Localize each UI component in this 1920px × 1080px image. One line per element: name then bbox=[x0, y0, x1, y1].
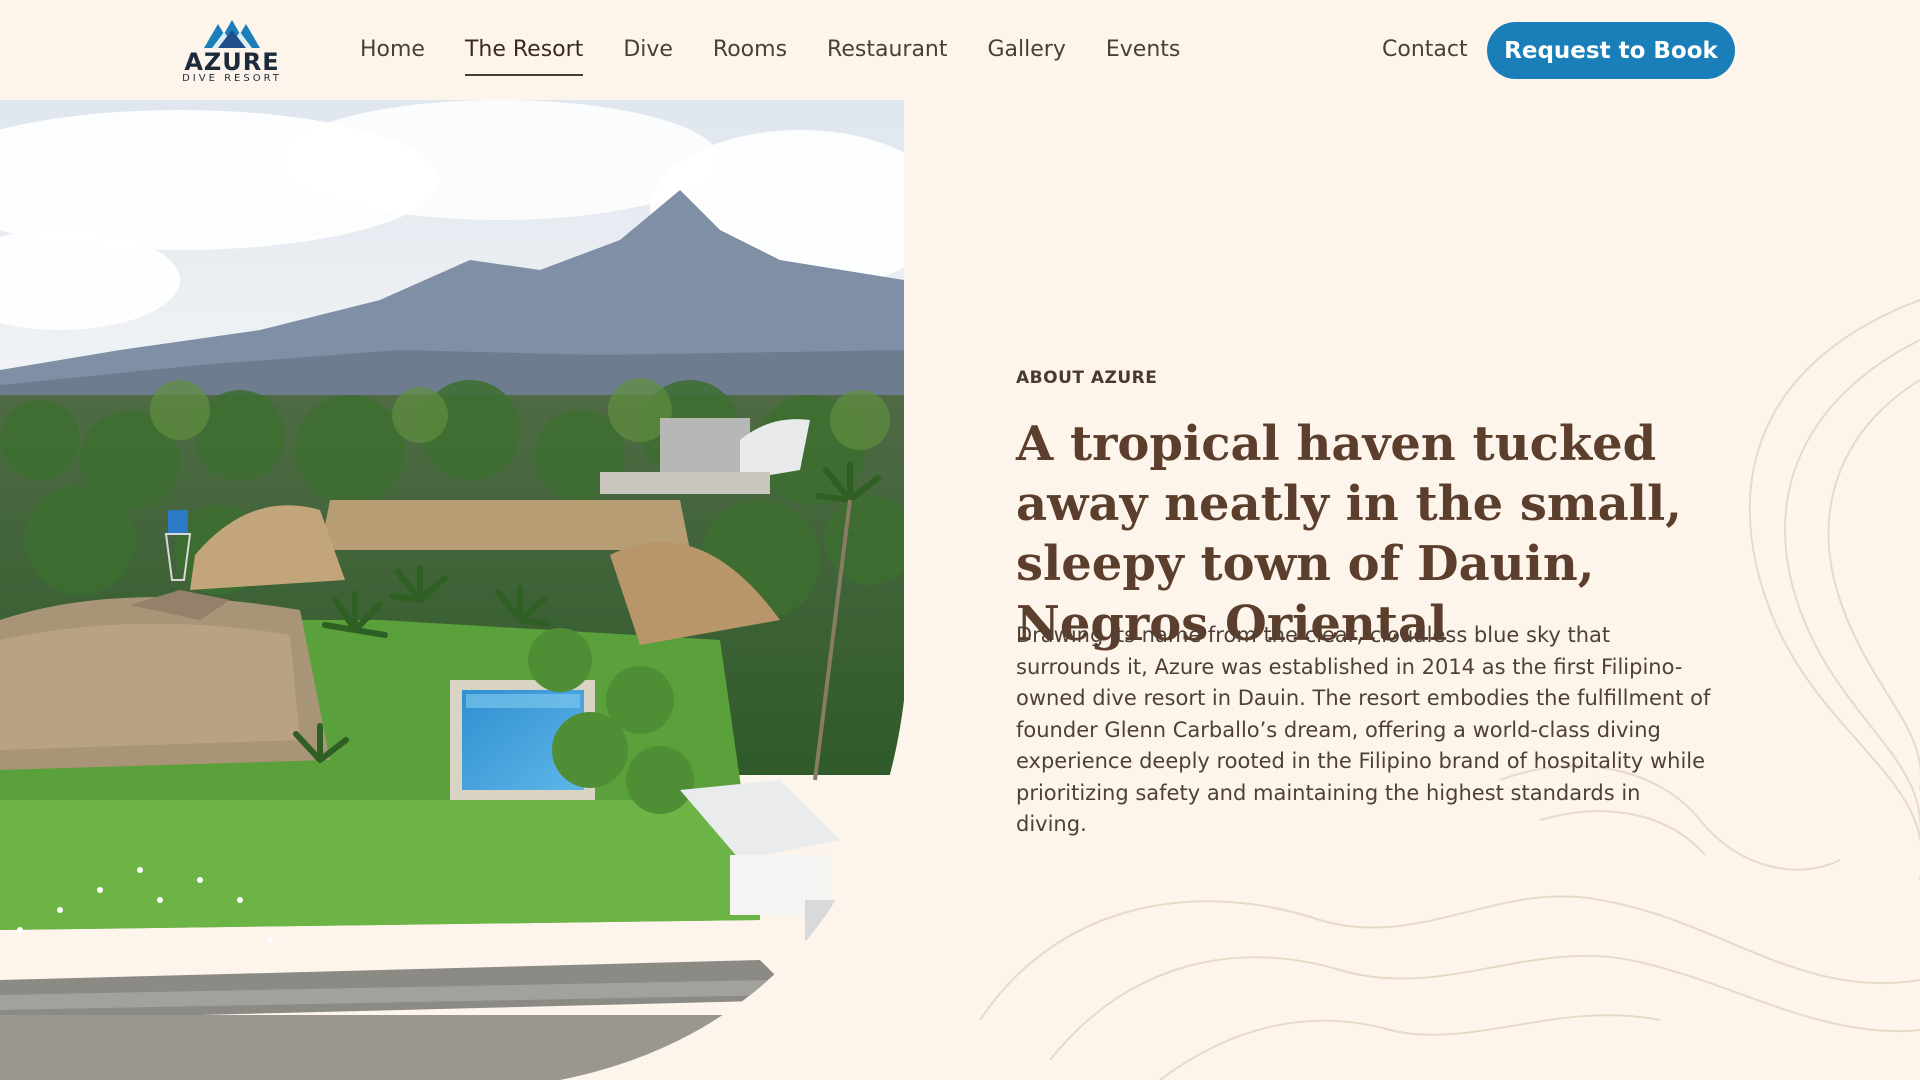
mountain-logo-icon bbox=[204, 20, 260, 48]
section-eyebrow: ABOUT AZURE bbox=[1016, 368, 1158, 388]
about-headline: A tropical haven tucked away neatly in t… bbox=[1016, 416, 1682, 652]
nav-item-the-resort[interactable]: The Resort bbox=[445, 30, 603, 76]
request-to-book-button[interactable]: Request to Book bbox=[1487, 22, 1735, 79]
site-logo[interactable]: AZURE DIVE RESORT bbox=[182, 18, 282, 84]
nav-item-events[interactable]: Events bbox=[1086, 30, 1201, 72]
aerial-resort-illustration bbox=[0, 100, 904, 1080]
contact-link[interactable]: Contact bbox=[1382, 30, 1468, 70]
logo-wordmark: AZURE bbox=[184, 48, 280, 76]
main-nav: Home The Resort Dive Rooms Restaurant Ga… bbox=[340, 30, 1201, 76]
nav-item-rooms[interactable]: Rooms bbox=[693, 30, 807, 72]
nav-item-home[interactable]: Home bbox=[340, 30, 445, 72]
nav-item-restaurant[interactable]: Restaurant bbox=[807, 30, 967, 72]
site-header: AZURE DIVE RESORT Home The Resort Dive R… bbox=[0, 0, 1920, 100]
about-body: Drawing its name from the clear, cloudle… bbox=[1016, 623, 1711, 836]
aerial-resort-photo bbox=[0, 100, 904, 1080]
logo-subtitle: DIVE RESORT bbox=[182, 73, 282, 84]
nav-item-gallery[interactable]: Gallery bbox=[968, 30, 1086, 72]
nav-item-dive[interactable]: Dive bbox=[603, 30, 693, 72]
